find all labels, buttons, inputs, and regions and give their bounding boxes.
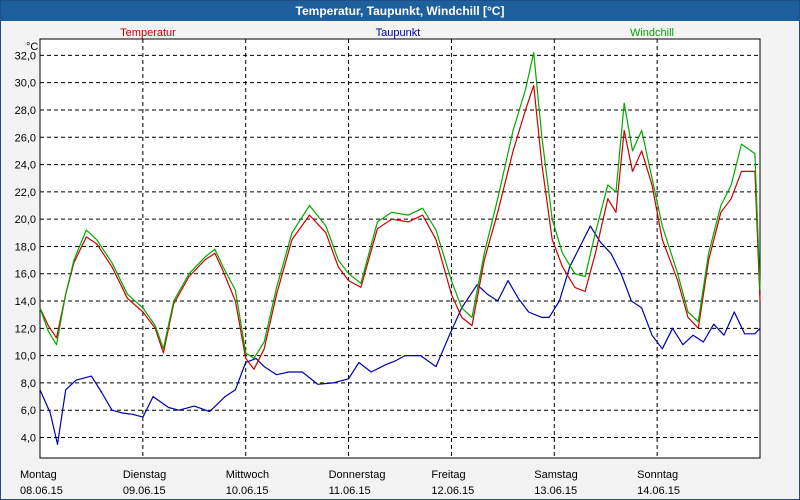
y-tick-label: 14,0 bbox=[15, 296, 36, 308]
y-tick-label: 12,0 bbox=[15, 323, 36, 335]
x-tick-date: 13.06.15 bbox=[534, 485, 577, 497]
x-tick-day: Donnerstag bbox=[329, 469, 386, 481]
x-tick-date: 11.06.15 bbox=[329, 485, 371, 497]
x-axis: Montag 08.06.15 Dienstag 09.06.15 Mittwoch 10… bbox=[20, 469, 680, 497]
x-tick-date: 12.06.15 bbox=[431, 485, 474, 497]
x-tick-day: Samstag bbox=[534, 469, 577, 481]
y-tick-label: 16,0 bbox=[15, 269, 36, 281]
y-axis-unit-label: °C bbox=[26, 41, 38, 53]
legend-windchill: Windchill bbox=[630, 27, 674, 39]
plot-area bbox=[39, 38, 761, 459]
y-tick-label: 28,0 bbox=[15, 105, 36, 117]
line-chart: 4,0 6,0 8,0 10,0 12,0 14,0 16,0 18,0 20,0 22,0 24,… bbox=[15, 27, 761, 497]
x-tick-day: Montag bbox=[20, 469, 57, 481]
y-tick-label: 6,0 bbox=[21, 405, 36, 417]
y-tick-label: 18,0 bbox=[15, 241, 36, 253]
x-tick-date: 14.06.15 bbox=[637, 485, 680, 497]
legend-temperatur: Temperatur bbox=[120, 27, 176, 39]
y-tick-label: 30,0 bbox=[15, 78, 36, 90]
x-tick-date: 10.06.15 bbox=[226, 485, 269, 497]
x-tick-day: Dienstag bbox=[123, 469, 166, 481]
x-tick-day: Mittwoch bbox=[226, 469, 269, 481]
x-tick-day: Sonntag bbox=[637, 469, 678, 481]
y-tick-label: 24,0 bbox=[15, 160, 36, 172]
y-axis: 4,0 6,0 8,0 10,0 12,0 14,0 16,0 18,0 20,0 22,0 24,… bbox=[15, 50, 36, 444]
x-tick-date: 09.06.15 bbox=[123, 485, 166, 497]
y-tick-label: 22,0 bbox=[15, 187, 36, 199]
legend-taupunkt: Taupunkt bbox=[376, 27, 421, 39]
y-tick-label: 10,0 bbox=[15, 351, 36, 363]
x-tick-day: Freitag bbox=[431, 469, 465, 481]
y-tick-label: 8,0 bbox=[21, 378, 36, 390]
x-tick-date: 08.06.15 bbox=[20, 485, 63, 497]
y-tick-label: 20,0 bbox=[15, 214, 36, 226]
y-tick-label: 26,0 bbox=[15, 132, 36, 144]
y-tick-label: 4,0 bbox=[21, 433, 36, 445]
